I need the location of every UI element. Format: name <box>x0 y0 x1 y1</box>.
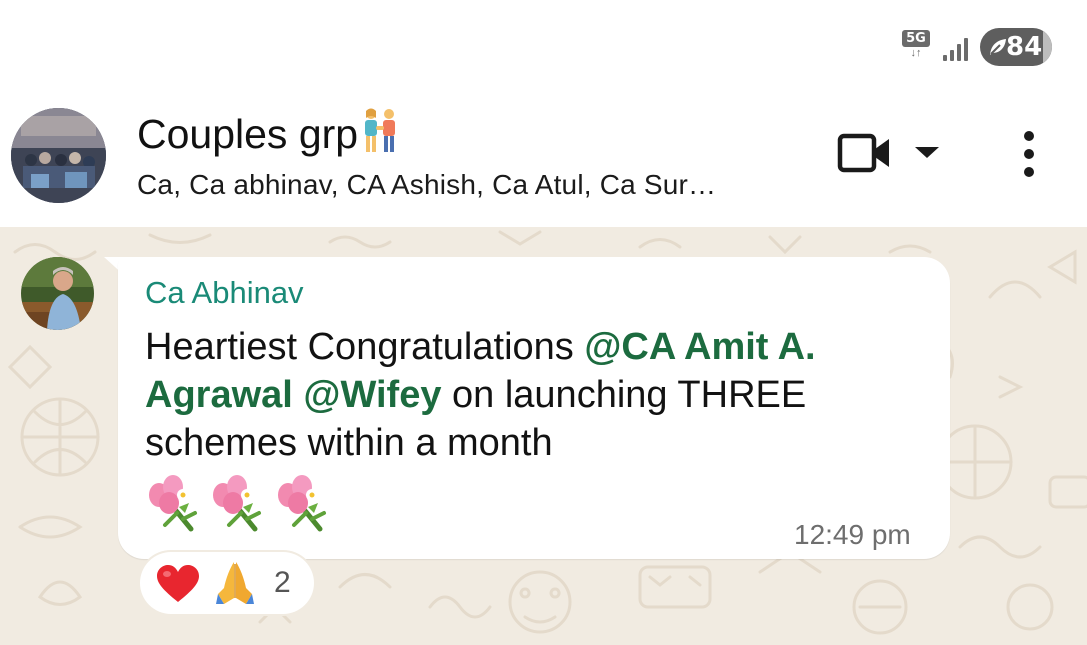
group-members[interactable]: Ca, Ca abhinav, CA Ashish, Ca Atul, Ca S… <box>137 168 716 202</box>
couple-emoji-icon <box>360 108 400 164</box>
data-activity-arrows: ↓↑ <box>910 47 922 59</box>
more-options-icon[interactable] <box>1016 130 1042 180</box>
red-heart-icon <box>157 565 199 602</box>
chat-header[interactable]: Couples grp Ca, Ca abhinav, CA Ashish, C… <box>0 90 1087 227</box>
chat-area[interactable]: Ca Abhinav Heartiest Congratulations @CA… <box>0 227 1087 645</box>
battery-indicator: 84 <box>980 28 1052 66</box>
sender-name[interactable]: Ca Abhinav <box>145 275 304 311</box>
sender-avatar[interactable] <box>21 257 94 330</box>
group-title-text: Couples grp <box>137 111 359 157</box>
group-title[interactable]: Couples grp <box>137 108 400 164</box>
status-bar: 5G ↓↑ 84 <box>0 0 1087 90</box>
message-text-start: Heartiest Congratulations <box>145 326 585 368</box>
chat-screen: 5G ↓↑ 84 Couples grp Ca, Ca abhinav, CA … <box>0 0 1087 645</box>
message-text-gap <box>293 374 304 416</box>
folded-hands-icon <box>216 562 254 604</box>
bouquet-icon <box>213 475 262 532</box>
bouquet-icon <box>149 475 197 532</box>
message-text[interactable]: Heartiest Congratulations @CA Amit A. Ag… <box>145 323 925 467</box>
bouquet-emojis <box>143 473 332 535</box>
chevron-down-icon[interactable] <box>912 142 942 162</box>
message-timestamp: 12:49 pm <box>794 519 911 550</box>
bouquet-icon <box>277 475 326 532</box>
battery-level: 84 <box>1006 32 1043 62</box>
network-type-indicator: 5G ↓↑ <box>902 30 932 64</box>
network-label: 5G <box>902 30 930 47</box>
group-avatar[interactable] <box>11 108 106 203</box>
reactions-pill[interactable]: 2 <box>140 552 314 614</box>
reaction-count: 2 <box>274 566 291 599</box>
video-call-icon[interactable] <box>830 128 894 178</box>
signal-strength-icon <box>943 38 968 61</box>
power-saving-leaf-icon <box>990 39 1006 55</box>
mention-wifey[interactable]: @Wifey <box>303 374 441 416</box>
